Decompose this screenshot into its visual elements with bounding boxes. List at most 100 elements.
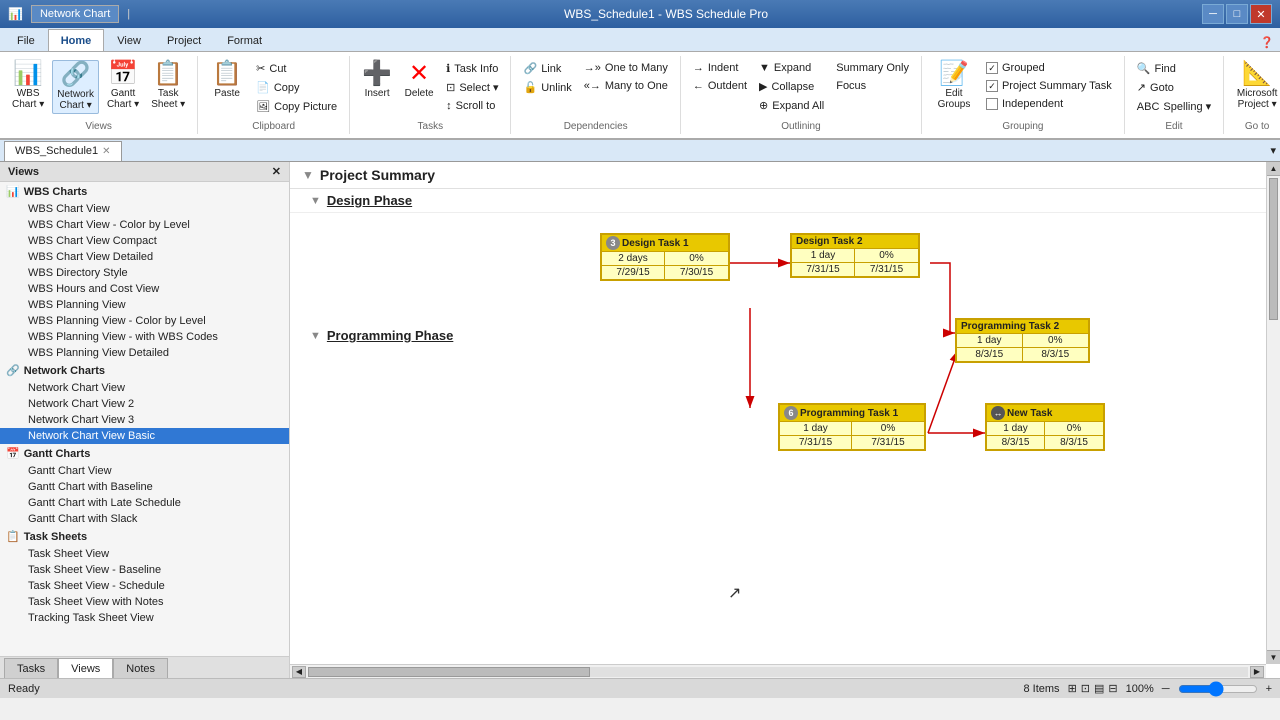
sidebar-item-gantt-baseline[interactable]: Gantt Chart with Baseline bbox=[0, 479, 289, 495]
unlink-button[interactable]: 🔓Unlink bbox=[519, 79, 575, 96]
zoom-increase[interactable]: + bbox=[1266, 683, 1272, 695]
design-task-2-node[interactable]: Design Task 2 1 day 0% 7/31/15 7/31/15 bbox=[790, 233, 920, 278]
find-button[interactable]: 🔍Find bbox=[1133, 60, 1215, 77]
sidebar-tab-views[interactable]: Views bbox=[58, 658, 113, 678]
sidebar-item-wbs-planning-color[interactable]: WBS Planning View - Color by Level bbox=[0, 313, 289, 329]
programming-task-1-node[interactable]: 6 Programming Task 1 1 day 0% 7/31/15 7/… bbox=[778, 403, 926, 451]
delete-button[interactable]: ✕ Delete bbox=[400, 60, 438, 101]
sidebar-item-task-sheet-notes[interactable]: Task Sheet View with Notes bbox=[0, 594, 289, 610]
sidebar-item-tracking-task[interactable]: Tracking Task Sheet View bbox=[0, 610, 289, 626]
sidebar-section-wbs-charts[interactable]: 📊 WBS Charts bbox=[0, 182, 289, 201]
sidebar-item-task-sheet-baseline[interactable]: Task Sheet View - Baseline bbox=[0, 562, 289, 578]
spelling-button[interactable]: ABCSpelling ▾ bbox=[1133, 98, 1215, 115]
project-collapse-button[interactable]: ▼ bbox=[302, 168, 314, 182]
scroll-thumb[interactable] bbox=[1269, 178, 1278, 320]
sidebar-item-gantt-view[interactable]: Gantt Chart View bbox=[0, 463, 289, 479]
sidebar-section-gantt-charts[interactable]: 📅 Gantt Charts bbox=[0, 444, 289, 463]
horizontal-scrollbar[interactable]: ◀ ▶ bbox=[290, 664, 1266, 678]
tab-view[interactable]: View bbox=[104, 29, 154, 51]
window-controls[interactable]: ─ □ ✕ bbox=[1202, 4, 1272, 24]
close-button[interactable]: ✕ bbox=[1250, 4, 1272, 24]
sidebar-section-task-sheets[interactable]: 📋 Task Sheets bbox=[0, 527, 289, 546]
expand-button[interactable]: ▼Expand bbox=[755, 60, 828, 76]
select-button[interactable]: ⊡Select ▾ bbox=[442, 79, 502, 96]
sidebar-item-wbs-planning-detailed[interactable]: WBS Planning View Detailed bbox=[0, 345, 289, 361]
scroll-up-button[interactable]: ▲ bbox=[1267, 162, 1280, 176]
view-icon-4[interactable]: ⊟ bbox=[1108, 682, 1117, 695]
one-to-many-button[interactable]: →»One to Many bbox=[580, 60, 672, 76]
gantt-chart-button[interactable]: 📅 GanttChart ▾ bbox=[103, 60, 143, 112]
sidebar-item-wbs-compact[interactable]: WBS Chart View Compact bbox=[0, 233, 289, 249]
new-task-node[interactable]: ↔ New Task 1 day 0% 8/3/15 8/3/15 bbox=[985, 403, 1105, 451]
view-icon-1[interactable]: ⊞ bbox=[1068, 682, 1077, 695]
project-summary-task-checkbox[interactable]: Project Summary Task bbox=[982, 78, 1116, 94]
edit-groups-button[interactable]: 📝 EditGroups bbox=[930, 60, 978, 112]
tab-file[interactable]: File bbox=[4, 29, 48, 51]
summary-only-button[interactable]: Summary Only bbox=[832, 60, 913, 76]
scroll-to-button[interactable]: ↕Scroll to bbox=[442, 98, 502, 114]
task-info-button[interactable]: ℹTask Info bbox=[442, 60, 502, 77]
independent-checkbox[interactable]: Independent bbox=[982, 96, 1116, 112]
grouped-checkbox[interactable]: Grouped bbox=[982, 60, 1116, 76]
copy-picture-button[interactable]: 🖼Copy Picture bbox=[252, 98, 341, 115]
design-task-1-node[interactable]: 3 Design Task 1 2 days 0% 7/29/15 7/30/1… bbox=[600, 233, 730, 281]
programming-phase-toggle[interactable]: ▼ bbox=[310, 330, 321, 342]
sidebar-item-network-view2[interactable]: Network Chart View 2 bbox=[0, 396, 289, 412]
minimize-button[interactable]: ─ bbox=[1202, 4, 1224, 24]
scroll-thumb-h[interactable] bbox=[308, 667, 590, 677]
sidebar-item-wbs-directory[interactable]: WBS Directory Style bbox=[0, 265, 289, 281]
sidebar-item-wbs-planning[interactable]: WBS Planning View bbox=[0, 297, 289, 313]
copy-button[interactable]: 📄Copy bbox=[252, 79, 341, 96]
tab-home[interactable]: Home bbox=[48, 29, 105, 51]
scroll-down-button[interactable]: ▼ bbox=[1267, 650, 1280, 664]
wbs-chart-button[interactable]: 📊 WBSChart ▾ bbox=[8, 60, 48, 112]
sidebar-item-wbs-chart-view[interactable]: WBS Chart View bbox=[0, 201, 289, 217]
sidebar-item-task-sheet-view[interactable]: Task Sheet View bbox=[0, 546, 289, 562]
document-tab[interactable]: WBS_Schedule1 ✕ bbox=[4, 141, 122, 161]
view-icons[interactable]: ⊞ ⊡ ▤ ⊟ bbox=[1068, 682, 1118, 695]
sidebar-item-wbs-hours-cost[interactable]: WBS Hours and Cost View bbox=[0, 281, 289, 297]
sidebar-item-gantt-late[interactable]: Gantt Chart with Late Schedule bbox=[0, 495, 289, 511]
sidebar-item-network-view[interactable]: Network Chart View bbox=[0, 380, 289, 396]
sidebar-item-wbs-color-level[interactable]: WBS Chart View - Color by Level bbox=[0, 217, 289, 233]
sidebar-tab-tasks[interactable]: Tasks bbox=[4, 658, 58, 678]
sidebar-collapse-button[interactable]: ✕ bbox=[272, 165, 281, 178]
many-to-one-button[interactable]: «→Many to One bbox=[580, 78, 672, 94]
view-icon-3[interactable]: ▤ bbox=[1094, 682, 1104, 695]
sidebar-item-wbs-detailed[interactable]: WBS Chart View Detailed bbox=[0, 249, 289, 265]
paste-button[interactable]: 📋 Paste bbox=[206, 60, 248, 101]
expand-all-button[interactable]: ⊕Expand All bbox=[755, 97, 828, 114]
doc-tab-close[interactable]: ✕ bbox=[102, 146, 110, 157]
sidebar-item-gantt-slack[interactable]: Gantt Chart with Slack bbox=[0, 511, 289, 527]
sidebar-tab-notes[interactable]: Notes bbox=[113, 658, 168, 678]
focus-button[interactable]: Focus bbox=[832, 78, 913, 94]
sidebar-item-wbs-planning-codes[interactable]: WBS Planning View - with WBS Codes bbox=[0, 329, 289, 345]
tab-dropdown[interactable]: ▾ bbox=[1266, 144, 1280, 157]
scroll-left-button[interactable]: ◀ bbox=[292, 666, 306, 678]
outdent-button[interactable]: ←Outdent bbox=[689, 78, 751, 94]
task-sheet-button[interactable]: 📋 TaskSheet ▾ bbox=[147, 60, 189, 112]
tab-format[interactable]: Format bbox=[214, 29, 275, 51]
sidebar-item-network-basic[interactable]: Network Chart View Basic bbox=[0, 428, 289, 444]
goto-button[interactable]: ↗Goto bbox=[1133, 79, 1215, 96]
sidebar-item-task-sheet-schedule[interactable]: Task Sheet View - Schedule bbox=[0, 578, 289, 594]
indent-button[interactable]: →Indent bbox=[689, 60, 751, 76]
sidebar-item-network-view3[interactable]: Network Chart View 3 bbox=[0, 412, 289, 428]
link-button[interactable]: 🔗Link bbox=[519, 60, 575, 77]
insert-button[interactable]: ➕ Insert bbox=[358, 60, 396, 101]
vertical-scrollbar[interactable]: ▲ ▼ bbox=[1266, 162, 1280, 664]
collapse-button[interactable]: ▶Collapse bbox=[755, 78, 828, 95]
programming-task-2-node[interactable]: Programming Task 2 1 day 0% 8/3/15 8/3/1… bbox=[955, 318, 1090, 363]
zoom-decrease[interactable]: ─ bbox=[1162, 683, 1170, 695]
view-icon-2[interactable]: ⊡ bbox=[1081, 682, 1090, 695]
design-phase-toggle[interactable]: ▼ bbox=[310, 195, 321, 207]
sidebar-section-network-charts[interactable]: 🔗 Network Charts bbox=[0, 361, 289, 380]
help-button[interactable]: ❓ bbox=[1254, 34, 1280, 51]
chart-scroll-area[interactable]: ▼ Project Summary ▼ Design Phase bbox=[290, 162, 1280, 678]
zoom-slider[interactable] bbox=[1178, 681, 1258, 697]
scroll-right-button[interactable]: ▶ bbox=[1250, 666, 1264, 678]
network-chart-button[interactable]: 🔗 NetworkChart ▾ bbox=[52, 60, 99, 114]
tab-project[interactable]: Project bbox=[154, 29, 214, 51]
maximize-button[interactable]: □ bbox=[1226, 4, 1248, 24]
ms-project-button[interactable]: 📐 MicrosoftProject ▾ bbox=[1232, 60, 1280, 112]
